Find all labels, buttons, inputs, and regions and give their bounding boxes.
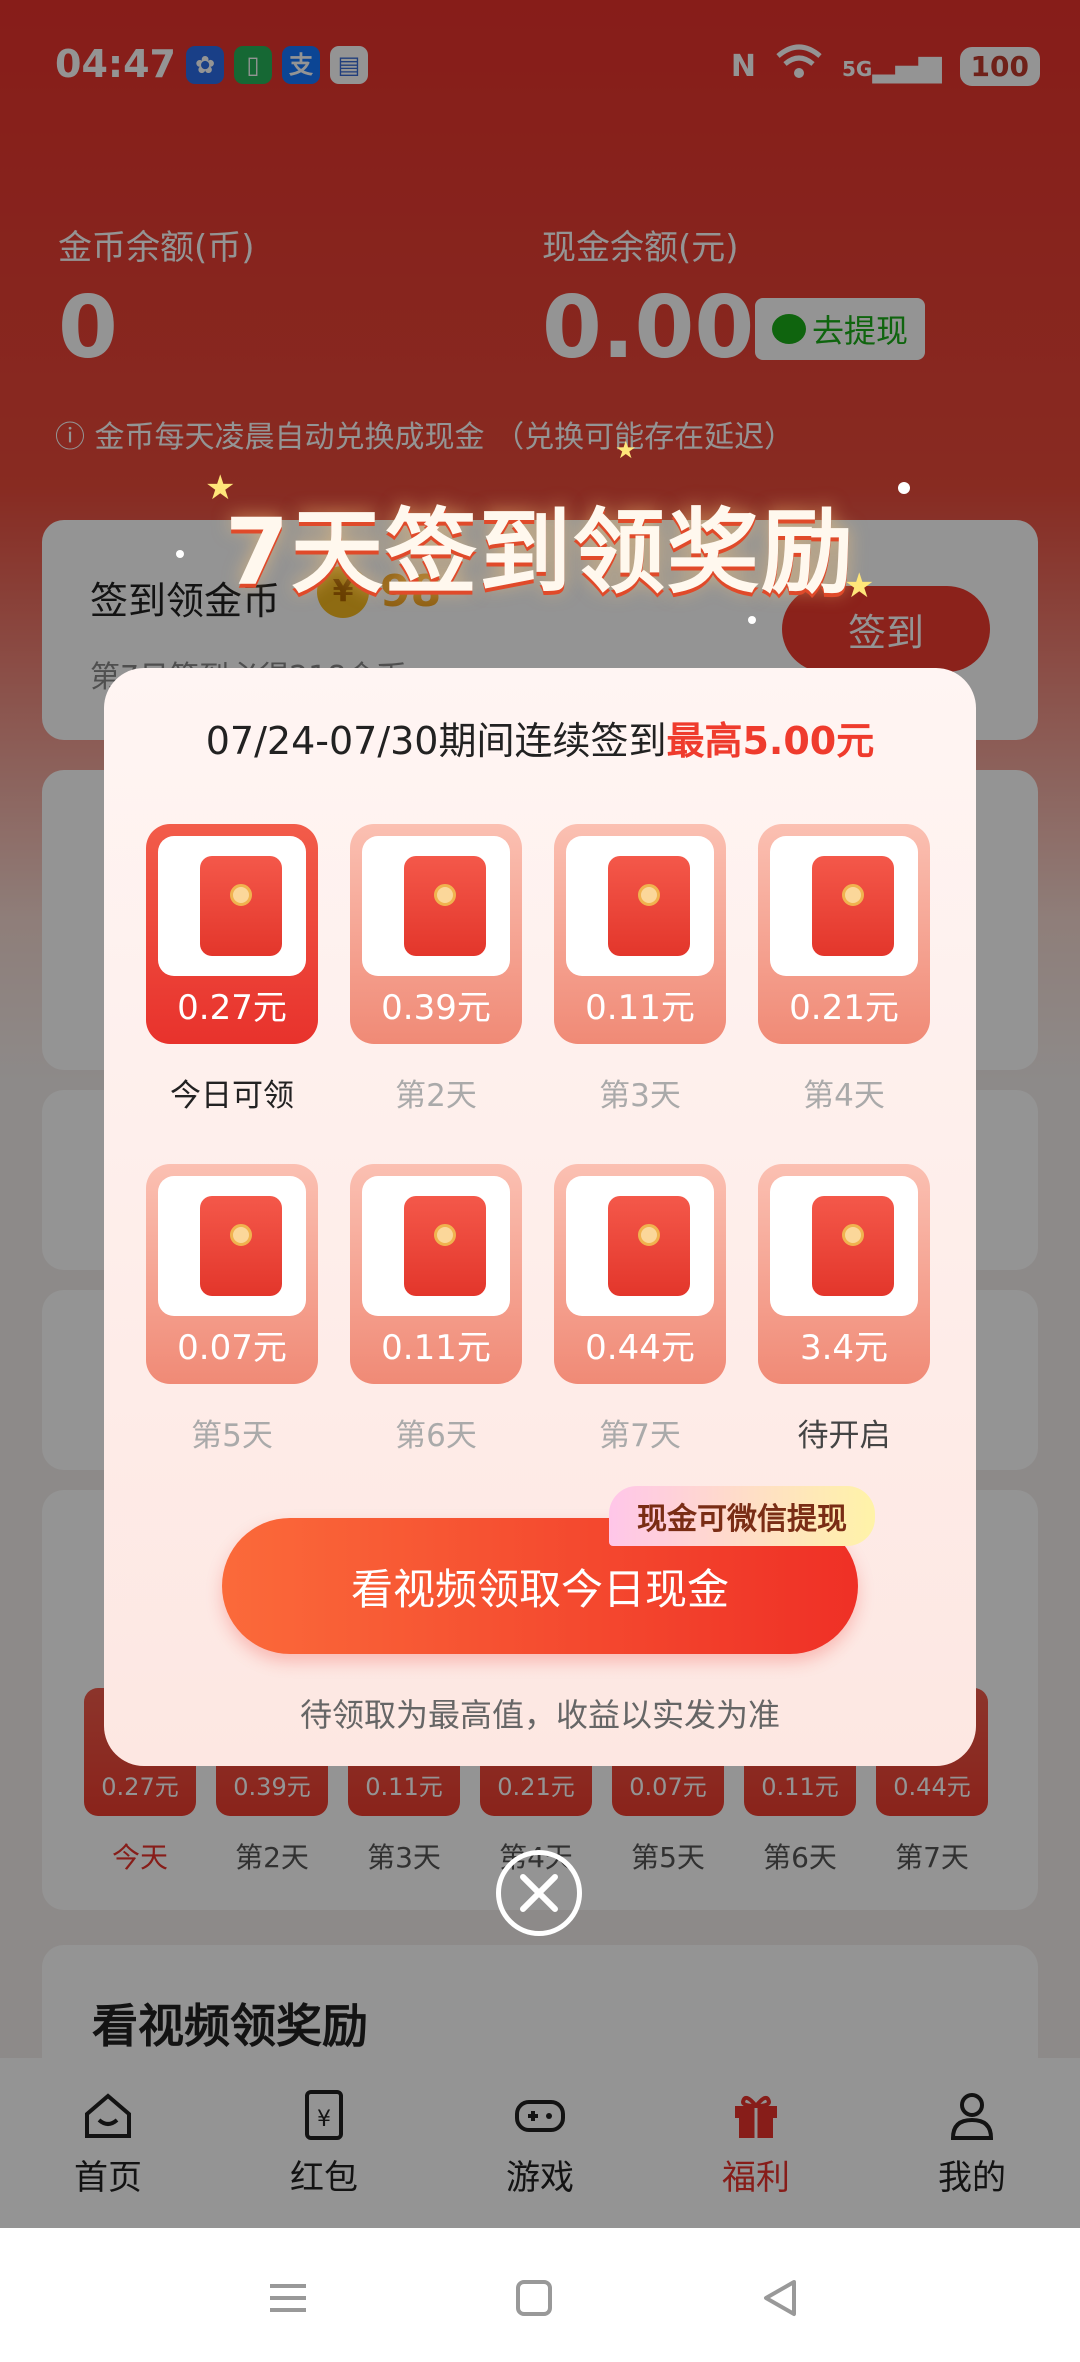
red-envelope-icon — [812, 856, 894, 956]
checkin-reward-modal: 07/24-07/30期间连续签到最高5.00元 0.27元 0.39元 0.1… — [104, 668, 976, 1766]
red-envelope-icon — [812, 1196, 894, 1296]
red-envelope-icon — [404, 856, 486, 956]
modal-headline: 7天签到领奖励 — [224, 499, 855, 606]
reward-day-5[interactable]: 0.07元 — [146, 1164, 318, 1384]
reward-day-2[interactable]: 0.39元 — [350, 824, 522, 1044]
reward-label: 第7天 — [599, 1418, 681, 1454]
close-icon — [520, 1874, 558, 1912]
reward-amount: 0.07元 — [177, 1328, 287, 1368]
reward-label: 待开启 — [797, 1418, 891, 1454]
system-nav-bar — [0, 2228, 1080, 2362]
wechat-withdraw-tag: 现金可微信提现 — [609, 1486, 875, 1546]
sparkle-icon: ★ — [844, 566, 875, 606]
red-envelope-icon — [200, 1196, 282, 1296]
reward-card-inner — [566, 1176, 714, 1316]
reward-label: 第2天 — [395, 1078, 477, 1114]
red-envelope-icon — [608, 1196, 690, 1296]
reward-label: 第6天 — [395, 1418, 477, 1454]
envelope-seal — [638, 1224, 660, 1246]
envelope-seal — [434, 1224, 456, 1246]
envelope-seal — [842, 1224, 864, 1246]
reward-card-inner — [158, 1176, 306, 1316]
envelope-seal — [230, 1224, 252, 1246]
reward-amount: 0.27元 — [177, 988, 287, 1028]
menu-icon[interactable] — [258, 2268, 318, 2328]
sparkle-dot — [748, 616, 756, 624]
back-icon[interactable] — [750, 2268, 810, 2328]
reward-amount: 3.4元 — [799, 1328, 889, 1368]
period-text: 07/24-07/30期间连续签到 — [205, 719, 667, 763]
red-envelope-icon — [404, 1196, 486, 1296]
reward-card-inner — [770, 836, 918, 976]
reward-amount: 0.21元 — [789, 988, 899, 1028]
envelope-seal — [638, 884, 660, 906]
sparkle-icon: ★ — [205, 468, 236, 508]
reward-card-inner — [770, 1176, 918, 1316]
reward-card-inner — [362, 836, 510, 976]
reward-label: 第4天 — [803, 1078, 885, 1114]
modal-disclaimer: 待领取为最高值，收益以实发为准 — [299, 1696, 780, 1734]
reward-amount: 0.39元 — [381, 988, 491, 1028]
reward-label: 第5天 — [191, 1418, 273, 1454]
reward-amount: 0.11元 — [585, 988, 695, 1028]
sparkle-icon: ★ — [615, 436, 637, 464]
reward-label: 今日可领 — [170, 1078, 294, 1114]
reward-day-6[interactable]: 0.11元 — [350, 1164, 522, 1384]
reward-card-inner — [566, 836, 714, 976]
reward-card-inner — [362, 1176, 510, 1316]
sparkle-dot — [898, 482, 910, 494]
envelope-seal — [434, 884, 456, 906]
reward-day-4[interactable]: 0.21元 — [758, 824, 930, 1044]
reward-bonus[interactable]: 3.4元 — [758, 1164, 930, 1384]
home-button-icon[interactable] — [504, 2268, 564, 2328]
reward-card-inner — [158, 836, 306, 976]
red-envelope-icon — [608, 856, 690, 956]
sparkle-dot — [176, 550, 184, 558]
red-envelope-icon — [200, 856, 282, 956]
reward-day-3[interactable]: 0.11元 — [554, 824, 726, 1044]
reward-amount: 0.44元 — [585, 1328, 695, 1368]
envelope-seal — [842, 884, 864, 906]
envelope-seal — [230, 884, 252, 906]
reward-day-1[interactable]: 0.27元 — [146, 824, 318, 1044]
close-modal-button[interactable] — [496, 1850, 582, 1936]
reward-day-7[interactable]: 0.44元 — [554, 1164, 726, 1384]
reward-label: 第3天 — [599, 1078, 681, 1114]
reward-amount: 0.11元 — [381, 1328, 491, 1368]
modal-period-text: 07/24-07/30期间连续签到最高5.00元 — [104, 710, 976, 765]
max-reward-text: 最高5.00元 — [666, 719, 875, 763]
